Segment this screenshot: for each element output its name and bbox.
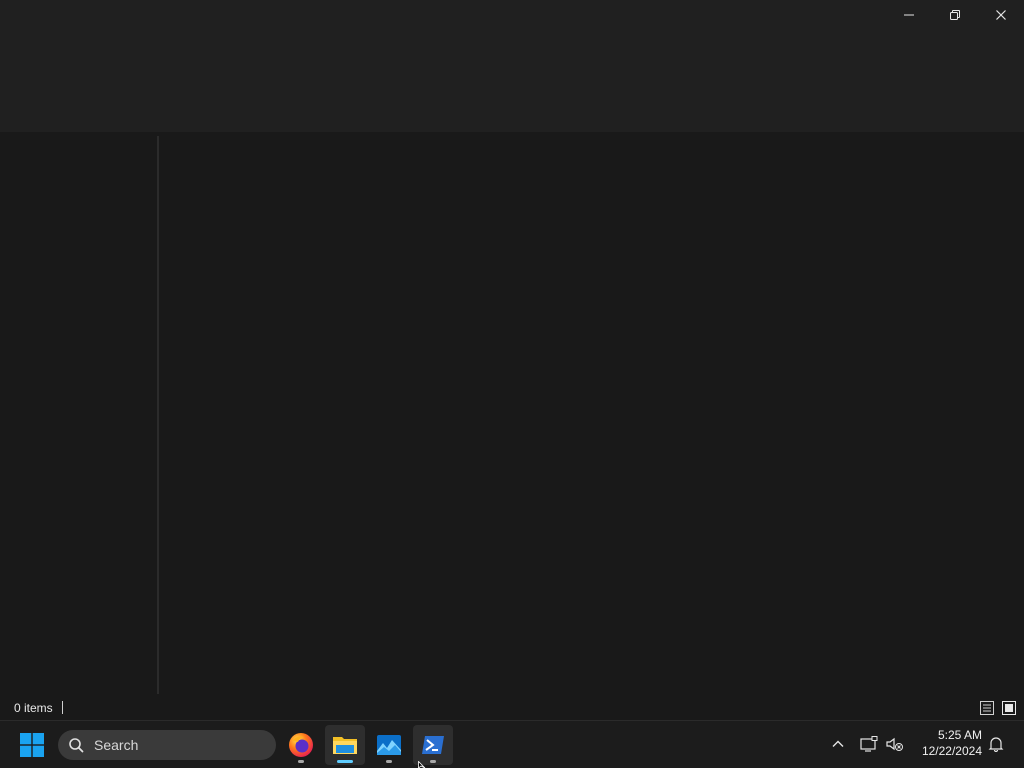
taskbar: Search 5:25 AM 12/22/2024 (0, 720, 1024, 768)
powershell-icon (422, 736, 444, 754)
window-controls (886, 0, 1024, 30)
folder-icon (333, 737, 357, 754)
show-hidden-icons-button[interactable] (828, 734, 848, 754)
firefox-icon (289, 733, 313, 757)
taskbar-app-powershell[interactable] (413, 725, 453, 765)
network-icon (860, 736, 878, 752)
status-bar: 0 items (0, 696, 1024, 720)
photos-icon (377, 735, 401, 755)
status-divider (62, 701, 63, 714)
windows-logo-icon (20, 733, 44, 757)
notifications-button[interactable] (986, 734, 1006, 754)
network-button[interactable] (859, 734, 879, 754)
clock-time: 5:25 AM (937, 728, 982, 742)
taskbar-search[interactable]: Search (58, 730, 276, 760)
details-view-button[interactable] (979, 700, 995, 716)
search-placeholder: Search (94, 737, 139, 753)
minimize-button[interactable] (886, 0, 932, 30)
close-icon (996, 10, 1006, 20)
taskbar-app-photos[interactable] (369, 725, 409, 765)
search-icon (69, 738, 84, 753)
taskbar-app-file-explorer[interactable] (325, 725, 365, 765)
minimize-icon (904, 14, 914, 16)
restore-button[interactable] (932, 0, 978, 30)
chevron-up-icon (832, 740, 844, 747)
file-list-pane[interactable] (160, 136, 1024, 694)
close-button[interactable] (978, 0, 1024, 30)
start-button[interactable] (12, 725, 52, 765)
title-bar (0, 0, 1024, 132)
item-count: 0 items (14, 701, 53, 715)
taskbar-clock[interactable]: 5:25 AM 12/22/2024 (922, 727, 982, 759)
pane-splitter[interactable] (157, 136, 159, 694)
running-indicator (430, 760, 436, 763)
large-icons-view-icon (1002, 701, 1016, 715)
mouse-cursor-icon (418, 761, 426, 768)
clock-date: 12/22/2024 (921, 744, 982, 758)
active-indicator (337, 760, 353, 763)
details-view-icon (980, 701, 994, 715)
large-icons-view-button[interactable] (1001, 700, 1017, 716)
running-indicator (298, 760, 304, 763)
taskbar-app-firefox[interactable] (281, 725, 321, 765)
volume-muted-icon (886, 737, 903, 751)
navigation-pane[interactable] (0, 136, 157, 694)
bell-icon (988, 737, 1004, 752)
restore-icon (950, 10, 960, 20)
volume-button[interactable] (885, 734, 905, 754)
running-indicator (386, 760, 392, 763)
